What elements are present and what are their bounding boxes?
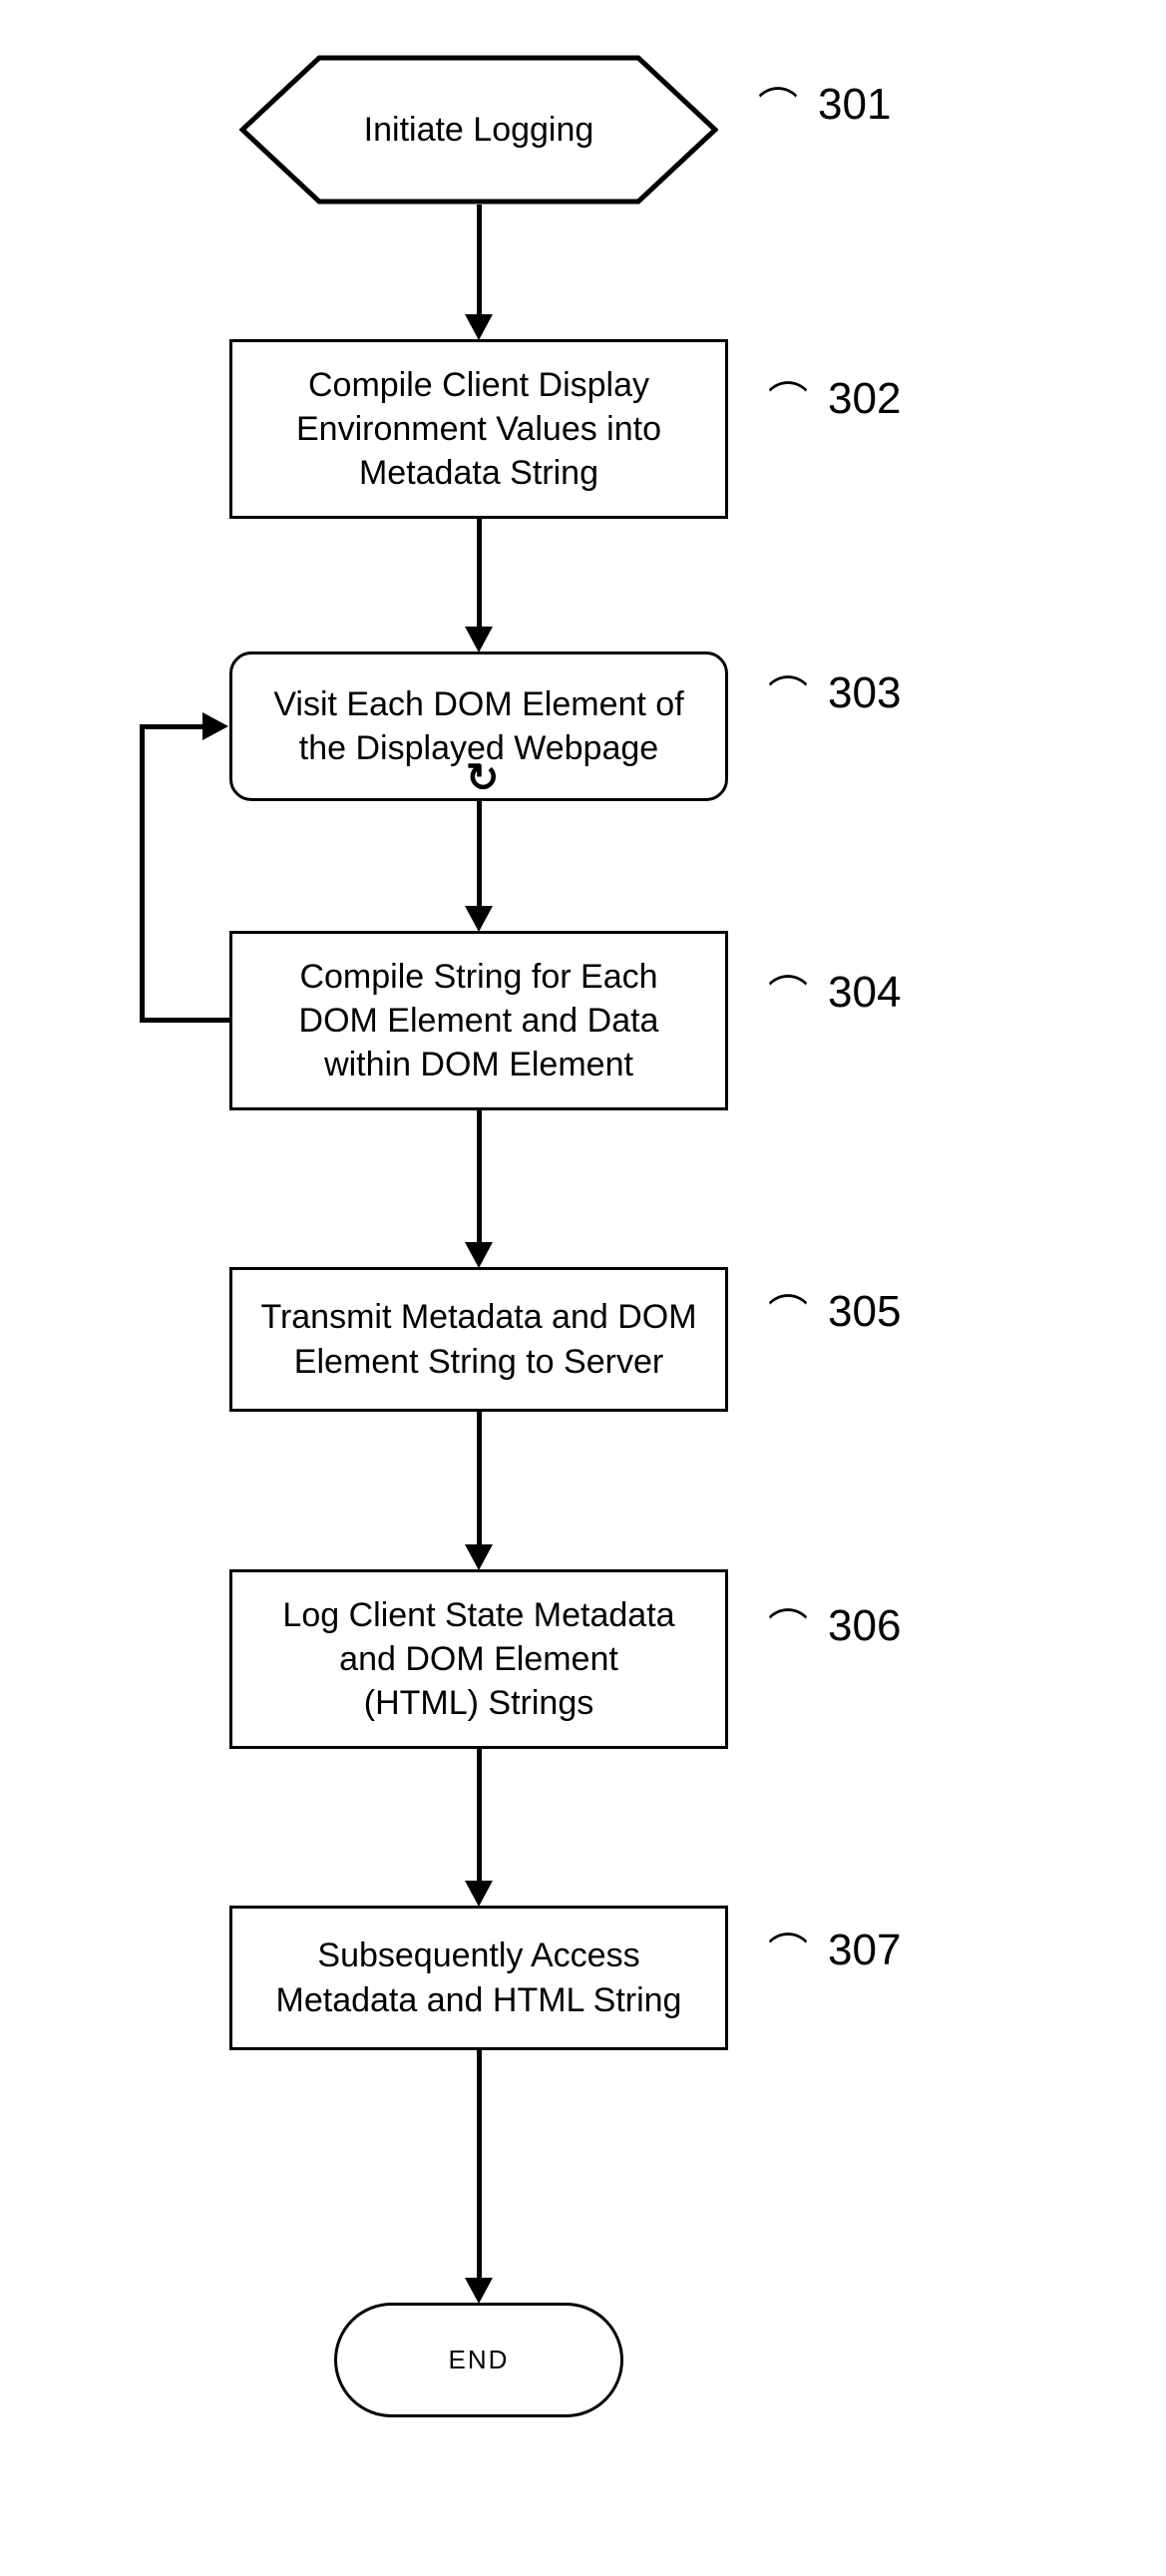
node-text: Subsequently Access Metadata and HTML St…	[276, 1933, 682, 2021]
node-label-305: 305	[828, 1287, 901, 1337]
arrow-head-icon	[465, 1544, 493, 1570]
arrow	[477, 1110, 482, 1245]
arrow-head-icon	[465, 1881, 493, 1907]
label-connector-icon: ⌒	[768, 1596, 808, 1654]
node-label-304: 304	[828, 968, 901, 1018]
label-connector-icon: ⌒	[768, 369, 808, 427]
node-compile-client-display: Compile Client Display Environment Value…	[229, 339, 728, 519]
loop-icon: ↺	[466, 755, 500, 801]
label-connector-icon: ⌒	[768, 963, 808, 1021]
node-end: END	[334, 2303, 623, 2417]
node-subsequently-access: Subsequently Access Metadata and HTML St…	[229, 1906, 728, 2050]
arrow	[477, 1412, 482, 1546]
label-connector-icon: ⌒	[758, 75, 798, 133]
arrow	[477, 519, 482, 629]
node-text: Log Client State Metadata and DOM Elemen…	[282, 1593, 674, 1726]
node-label-303: 303	[828, 668, 901, 718]
node-text: Compile Client Display Environment Value…	[296, 363, 661, 496]
node-text: Transmit Metadata and DOM Element String…	[260, 1295, 696, 1383]
node-compile-string-each-dom: Compile String for Each DOM Element and …	[229, 931, 728, 1110]
label-connector-icon: ⌒	[768, 663, 808, 721]
flowchart-canvas: Initiate Logging ⌒ 301 Compile Client Di…	[0, 0, 1166, 2576]
arrow-head-icon	[202, 712, 228, 740]
node-initiate-logging: Initiate Logging	[239, 55, 718, 205]
loop-back-line	[140, 726, 145, 1023]
loop-back-line	[140, 1018, 229, 1023]
arrow-head-icon	[465, 627, 493, 652]
arrow-head-icon	[465, 1242, 493, 1268]
node-text: Compile String for Each DOM Element and …	[299, 955, 659, 1087]
node-label-301: 301	[818, 80, 891, 130]
loop-back-line	[140, 724, 204, 729]
node-label-306: 306	[828, 1601, 901, 1651]
arrow	[477, 2050, 482, 2280]
node-label-307: 307	[828, 1926, 901, 1975]
arrow	[477, 205, 482, 314]
label-connector-icon: ⌒	[768, 1282, 808, 1340]
label-connector-icon: ⌒	[768, 1921, 808, 1978]
node-text: Initiate Logging	[364, 111, 594, 150]
node-log-client-state: Log Client State Metadata and DOM Elemen…	[229, 1569, 728, 1749]
node-text: END	[449, 2344, 510, 2377]
arrow	[477, 801, 482, 908]
node-label-302: 302	[828, 374, 901, 424]
arrow-head-icon	[465, 906, 493, 932]
arrow-head-icon	[465, 314, 493, 340]
arrow	[477, 1749, 482, 1884]
arrow-head-icon	[465, 2278, 493, 2304]
node-transmit-metadata: Transmit Metadata and DOM Element String…	[229, 1267, 728, 1412]
